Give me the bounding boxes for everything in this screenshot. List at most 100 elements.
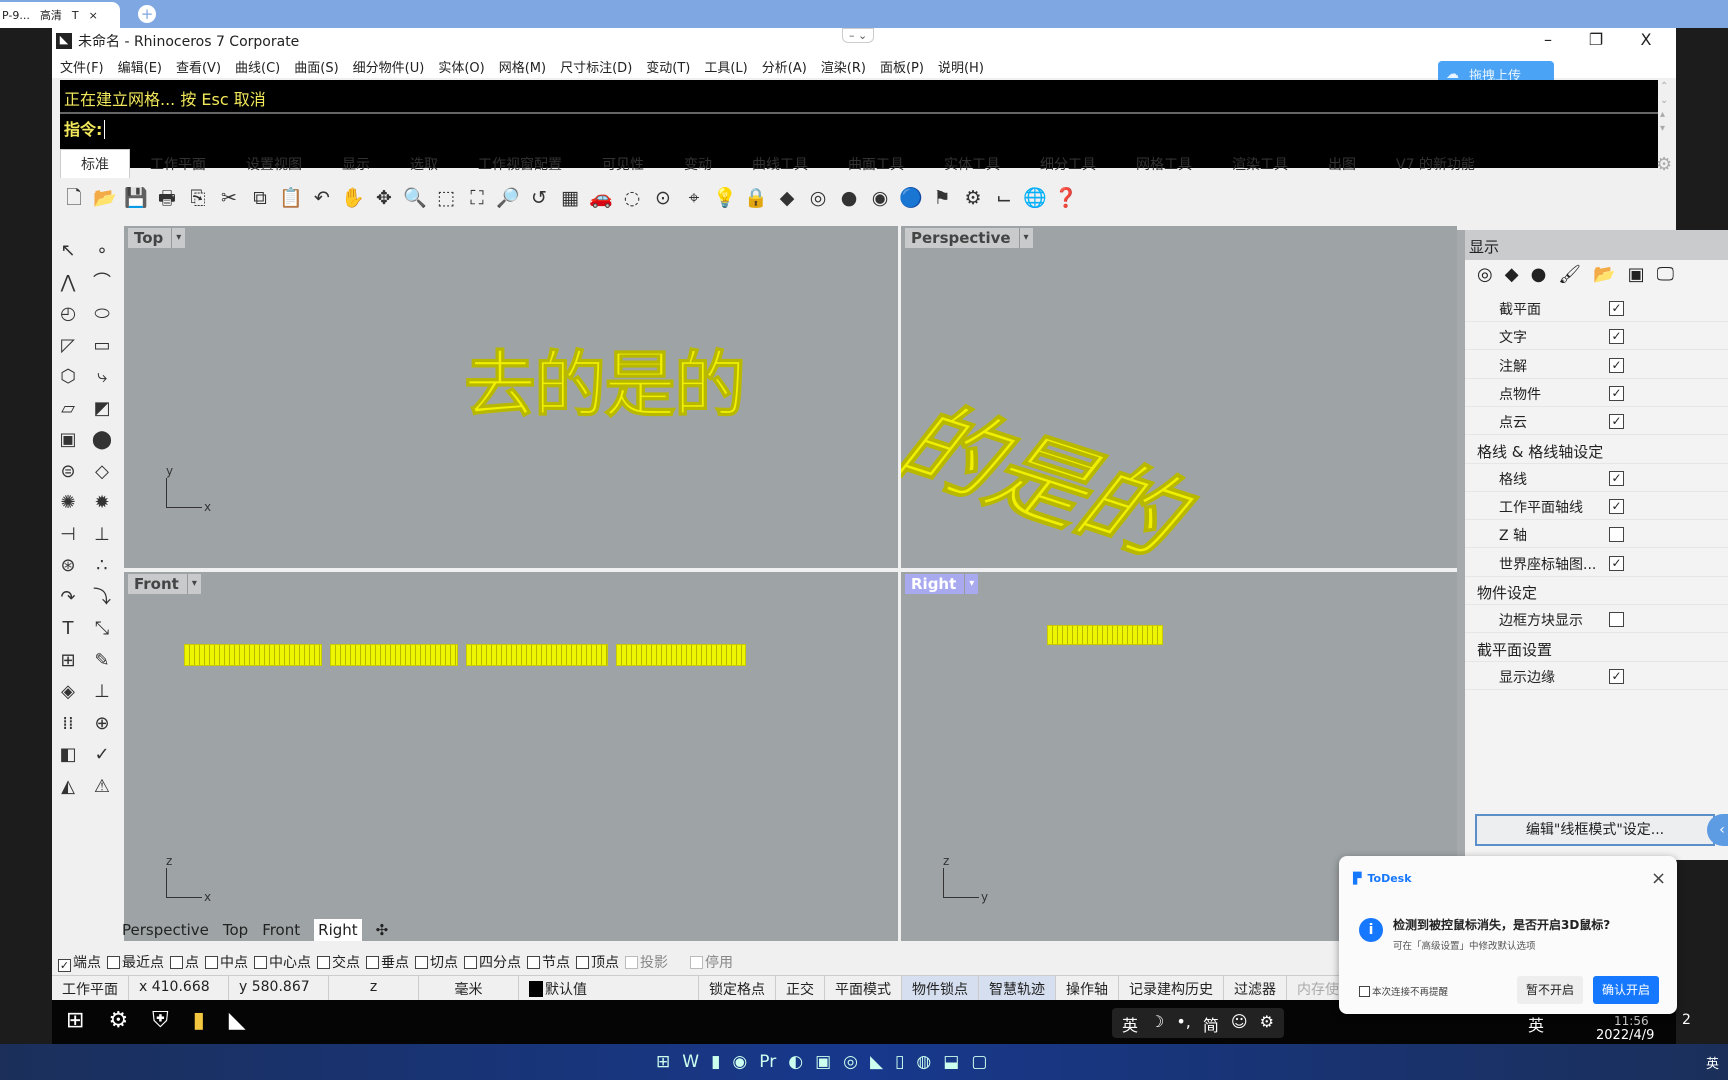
cylinder-icon[interactable]: ⊜ [54,457,82,489]
checkbox[interactable] [415,956,428,969]
checkbox[interactable] [107,956,120,969]
menu-item[interactable]: 面板(P) [880,57,924,76]
check-icon[interactable]: ✓ [88,740,116,772]
ime-item-1[interactable]: ☽ [1150,1012,1164,1034]
osnap-11[interactable]: 投影 [625,952,668,972]
explode-icon[interactable]: ✺ [54,488,82,520]
menu-item[interactable]: 尺寸标注(D) [560,57,632,76]
osnap-10[interactable]: 顶点 [576,952,619,972]
osnap-1[interactable]: 最近点 [107,952,164,972]
browser-icon[interactable]: ◉ [732,1052,747,1072]
panel-row[interactable]: 点云 ✓ [1465,407,1728,436]
status-toggle[interactable]: 操作轴 [1056,976,1119,1000]
checkbox[interactable]: ✓ [1609,555,1624,571]
viewport-tab-right[interactable]: Right [314,919,362,941]
ime-item-4[interactable]: ☺ [1231,1012,1248,1034]
status-toggle[interactable]: 平面模式 [825,976,902,1000]
menu-item[interactable]: 说明(H) [938,57,984,76]
premiere-icon[interactable]: Pr [759,1052,776,1072]
car-icon[interactable]: 🚗 [587,183,615,213]
status-toggle[interactable]: 锁定格点 [699,976,776,1000]
tray-ime[interactable]: 英 [1528,1012,1544,1036]
display-icon[interactable]: 🖵 [1657,264,1674,285]
osnap-7[interactable]: 切点 [415,952,458,972]
file-icon[interactable]: ▯ [895,1052,904,1072]
command-input[interactable]: 指令: [60,112,1658,140]
menu-item[interactable]: 网格(M) [499,57,546,76]
ime-item-2[interactable]: •, [1176,1012,1191,1034]
panel-row[interactable]: 注解 ✓ [1465,351,1728,379]
new-tab-button[interactable]: + [138,5,156,23]
box-icon[interactable]: ▣ [54,425,82,457]
tab-6[interactable]: 可见性 [582,150,664,178]
light-icon[interactable]: 💡 [711,183,739,213]
tab-9[interactable]: 曲面工具 [828,150,924,178]
checkbox[interactable]: ✓ [1609,385,1624,401]
sphere-icon[interactable]: ⬤ [88,425,116,457]
split-icon[interactable]: ⊥ [88,520,116,552]
notification-badge[interactable]: 2 [1682,1012,1691,1028]
print-icon[interactable]: 🖶 [153,183,181,213]
tab-close-icon[interactable]: × [89,9,98,22]
dont-remind-checkbox[interactable]: 本次连接不再提醒 [1359,984,1448,998]
text-object-front[interactable] [330,644,458,666]
show-icon[interactable]: ⊙ [649,183,677,213]
text-object-front[interactable] [616,644,746,666]
layer-button[interactable]: 默认值 [519,976,699,1000]
checkbox[interactable]: ✓ [1609,301,1624,316]
host-ime[interactable]: 英 [1706,1053,1719,1072]
checkbox[interactable] [1609,527,1624,543]
yellow-text-object[interactable]: 去的是的 [463,326,746,431]
render-icon[interactable]: 🖌 [1558,264,1581,285]
render-tool-icon[interactable]: ◧ [54,740,82,772]
checkbox[interactable]: ✓ [1609,357,1624,373]
curve-icon[interactable]: ⌒ [88,268,116,300]
menu-item[interactable]: 实体(O) [438,57,484,76]
checkbox[interactable] [1609,612,1624,628]
viewport-tab-perspective[interactable]: Perspective [122,921,209,939]
shade-icon[interactable]: ● [835,183,863,213]
lock-icon[interactable]: 🔒 [742,183,770,213]
status-toggle[interactable]: 正交 [776,976,825,1000]
tab-7[interactable]: 变动 [664,150,732,178]
chevron-down-icon[interactable]: ▾ [1018,228,1033,248]
checkbox[interactable]: ✓ [1609,470,1624,486]
pan-icon[interactable]: ✋ [339,183,367,213]
checkbox[interactable] [576,956,589,969]
panel-row[interactable]: 点物件 ✓ [1465,379,1728,407]
status-toggle[interactable]: 记录建构历史 [1119,976,1224,1000]
material-icon[interactable]: 🔵 [897,183,925,213]
status-toggle[interactable]: 过滤器 [1224,976,1287,1000]
text-icon[interactable]: T [54,614,82,646]
text-object-front[interactable] [184,644,322,666]
ellipse-icon[interactable]: ⬭ [88,299,116,331]
panel-row[interactable]: 文字 ✓ [1465,322,1728,351]
tab-13[interactable]: 渲染工具 [1212,150,1308,178]
start-icon[interactable]: ⊞ [656,1052,670,1072]
export-icon[interactable]: ⎘ [184,183,212,213]
checkbox[interactable] [527,956,540,969]
browser-tab[interactable]: P-9... 高清 T × [0,2,120,28]
yellow-text-object[interactable]: 的是的 [901,374,1232,568]
color-icon[interactable]: ◎ [1477,264,1493,285]
checkbox[interactable] [366,956,379,969]
minimize-button[interactable]: – [1528,30,1568,52]
edit-icon[interactable]: ✎ [88,646,116,678]
tab-4[interactable]: 选取 [390,150,458,178]
close-icon[interactable]: × [1651,868,1666,889]
chevron-down-icon[interactable]: ▾ [186,574,201,594]
paint-icon[interactable]: ⚠ [88,772,116,804]
menu-item[interactable]: 细分物件(U) [353,57,425,76]
rhino-app-icon[interactable]: ◣ [229,1008,246,1033]
offset-icon[interactable]: ↷ [54,583,82,615]
camera-icon[interactable]: ▢ [971,1052,987,1072]
text-object-front[interactable] [466,644,608,666]
todesk-icon[interactable]: ⬓ [943,1052,959,1072]
tabs-settings-icon[interactable]: ⚙ [1656,154,1672,175]
security-icon[interactable]: ⛨ [152,1008,169,1033]
ime-item-3[interactable]: 简 [1203,1012,1219,1035]
word-icon[interactable]: W [682,1052,699,1072]
menu-item[interactable]: 曲线(C) [235,57,280,76]
command-scrollbar[interactable]: ⌃ ⌄ ▴ ▾ [1660,80,1668,136]
rectangle-icon[interactable]: ▭ [88,331,116,363]
